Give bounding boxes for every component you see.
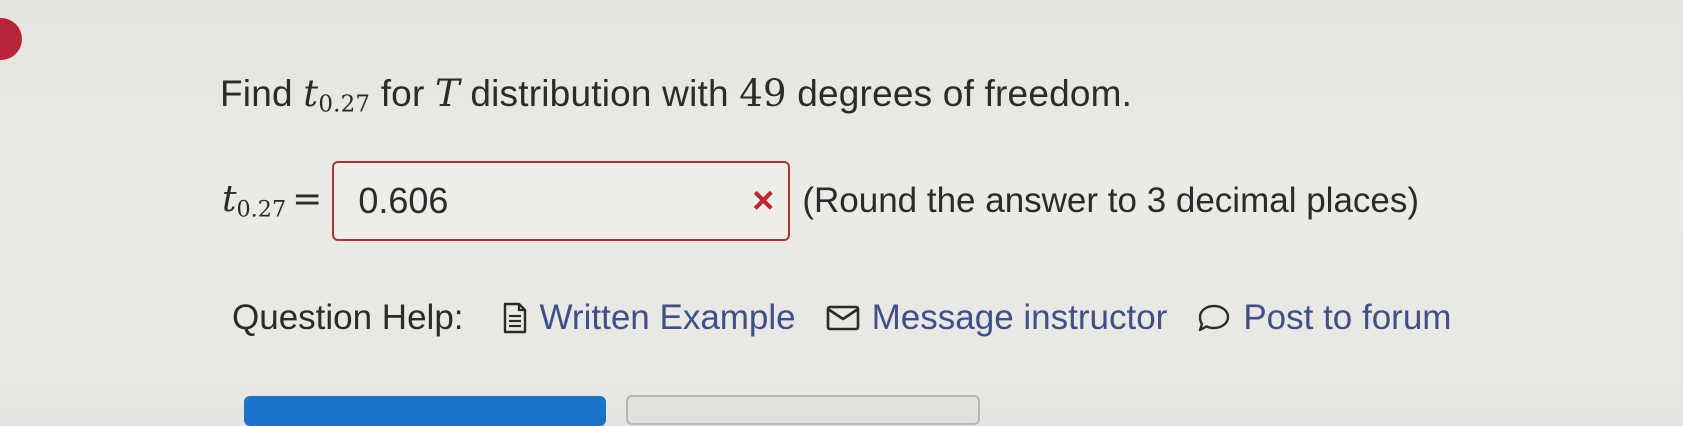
primary-button[interactable] (244, 396, 606, 426)
corner-badge (0, 18, 22, 60)
answer-input[interactable] (358, 180, 719, 222)
message-instructor-link[interactable]: Message instructor (826, 298, 1168, 338)
secondary-button[interactable] (626, 395, 980, 425)
question-text: Find t0.27 for T distribution with 49 de… (220, 72, 1132, 118)
post-to-forum-label: Post to forum (1243, 298, 1452, 337)
speech-bubble-icon (1199, 304, 1230, 332)
written-example-link[interactable]: Written Example (502, 298, 796, 338)
question-prefix: Find (220, 73, 293, 114)
answer-input-box[interactable]: × (332, 161, 791, 241)
question-help-label: Question Help: (232, 298, 464, 337)
degrees-of-freedom: 49 (739, 72, 787, 115)
answer-row: t0.27= × (Round the answer to 3 decimal … (222, 160, 1419, 242)
rounding-hint: (Round the answer to 3 decimal places) (802, 181, 1420, 220)
distribution-variable: T (434, 72, 460, 115)
t-variable: t0.27 (303, 72, 371, 118)
question-mid: for (380, 73, 425, 114)
question-suffix: degrees of freedom. (797, 73, 1133, 114)
post-to-forum-link[interactable]: Post to forum (1197, 298, 1451, 338)
question-help: Question Help: Written Example Message i… (232, 298, 1451, 338)
document-icon (503, 302, 526, 334)
envelope-icon (826, 305, 859, 331)
answer-label: t0.27 = (222, 179, 323, 223)
incorrect-icon: × (752, 180, 775, 222)
written-example-label: Written Example (539, 298, 796, 337)
question-dist-text: distribution with (470, 73, 729, 114)
message-instructor-label: Message instructor (871, 298, 1168, 337)
